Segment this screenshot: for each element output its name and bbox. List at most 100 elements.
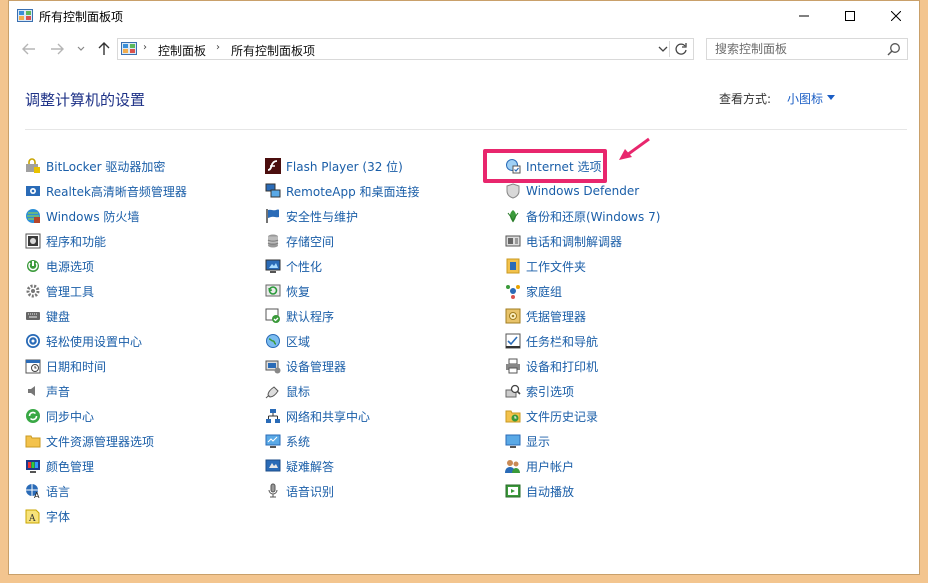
item-label: 疑难解答: [286, 459, 335, 474]
item-realtek-audio[interactable]: Realtek高清晰音频管理器: [25, 181, 187, 201]
item-storage-spaces[interactable]: 存储空间: [265, 231, 334, 251]
item-sound[interactable]: 声音: [25, 381, 70, 401]
item-label: 存储空间: [286, 234, 335, 249]
view-by-dropdown[interactable]: 小图标: [787, 90, 823, 107]
device-manager-icon: [265, 360, 281, 374]
navigation-bar: › 控制面板 › 所有控制面板项: [9, 35, 919, 63]
remote-desktop-icon: [265, 183, 281, 198]
item-date-time[interactable]: 日期和时间: [25, 356, 106, 376]
item-label: 颜色管理: [46, 459, 95, 474]
arrow-right-icon: [51, 43, 64, 55]
item-windows-firewall[interactable]: Windows 防火墙: [25, 206, 139, 226]
item-default-programs[interactable]: 默认程序: [265, 306, 334, 326]
item-keyboard[interactable]: 键盘: [25, 306, 70, 326]
item-region[interactable]: 区域: [265, 331, 310, 351]
back-button[interactable]: [20, 40, 38, 58]
homegroup-icon: [506, 285, 520, 299]
search-input[interactable]: [707, 39, 887, 59]
mouse-icon: [265, 386, 279, 399]
svg-text:A: A: [34, 491, 40, 499]
item-device-manager[interactable]: 设备管理器: [265, 356, 346, 376]
recovery-icon: [265, 284, 281, 297]
item-remoteapp[interactable]: RemoteApp 和桌面连接: [265, 181, 420, 201]
item-system[interactable]: 系统: [265, 431, 310, 451]
item-personalization[interactable]: 个性化: [265, 256, 322, 276]
item-color-management[interactable]: 颜色管理: [25, 456, 94, 476]
item-label: 区域: [286, 334, 311, 349]
breadcrumb-all-items[interactable]: 所有控制面板项: [231, 42, 315, 59]
item-user-accounts[interactable]: 用户帐户: [505, 456, 574, 476]
control-panel-window: 所有控制面板项 › 控制面板 › 所有控制面板项 搜索控制面板 调整计算机的设置…: [8, 0, 920, 575]
maximize-button[interactable]: [827, 1, 873, 31]
item-label: 系统: [286, 434, 311, 449]
gear-icon: [26, 284, 40, 298]
item-file-history[interactable]: 文件历史记录: [505, 406, 598, 426]
item-sync-center[interactable]: 同步中心: [25, 406, 94, 426]
item-label: 备份和还原(Windows 7): [526, 209, 661, 224]
font-icon: A: [25, 509, 40, 524]
network-icon: [266, 409, 280, 423]
color-management-icon: [26, 460, 40, 473]
search-icon[interactable]: [887, 42, 901, 56]
item-programs-features[interactable]: 程序和功能: [25, 231, 106, 251]
globe-icon: [266, 334, 280, 348]
chevron-down-icon[interactable]: [657, 43, 669, 55]
storage-icon: [267, 234, 279, 248]
address-bar[interactable]: › 控制面板 › 所有控制面板项: [117, 38, 694, 60]
item-security-maintenance[interactable]: 安全性与维护: [265, 206, 358, 226]
item-mouse[interactable]: 鼠标: [265, 381, 310, 401]
item-explorer-options[interactable]: 文件资源管理器选项: [25, 431, 154, 451]
close-button[interactable]: [873, 1, 919, 31]
maximize-icon: [845, 11, 855, 21]
item-admin-tools[interactable]: 管理工具: [25, 281, 94, 301]
breadcrumb-control-panel[interactable]: 控制面板: [158, 42, 206, 59]
breadcrumb-separator-icon[interactable]: ›: [216, 42, 220, 53]
item-phone-modem[interactable]: 电话和调制解调器: [505, 231, 622, 251]
item-devices-printers[interactable]: 设备和打印机: [505, 356, 598, 376]
item-label: 安全性与维护: [286, 209, 359, 224]
item-homegroup[interactable]: 家庭组: [505, 281, 562, 301]
item-speech-recognition[interactable]: 语音识别: [265, 481, 334, 501]
breadcrumb-separator-icon[interactable]: ›: [143, 42, 147, 53]
item-label: 设备和打印机: [526, 359, 599, 374]
item-backup-restore[interactable]: 备份和还原(Windows 7): [505, 206, 660, 226]
item-fonts[interactable]: A 字体: [25, 506, 70, 526]
item-label: 设备管理器: [286, 359, 347, 374]
item-flash-player[interactable]: Flash Player (32 位): [265, 156, 403, 176]
item-credential-manager[interactable]: 凭据管理器: [505, 306, 586, 326]
item-label: 声音: [46, 384, 71, 399]
search-box[interactable]: [706, 38, 908, 60]
item-language[interactable]: A 语言: [25, 481, 70, 501]
item-troubleshooting[interactable]: 疑难解答: [265, 456, 334, 476]
view-by-label: 查看方式:: [719, 92, 772, 106]
printer-icon: [506, 358, 520, 374]
item-display[interactable]: 显示: [505, 431, 550, 451]
autoplay-icon: [505, 484, 521, 498]
backup-icon: [507, 210, 519, 223]
language-icon: A: [26, 484, 40, 499]
item-label: 凭据管理器: [526, 309, 587, 324]
item-windows-defender[interactable]: Windows Defender: [505, 181, 639, 201]
item-label: BitLocker 驱动器加密: [46, 159, 166, 174]
item-power-options[interactable]: 电源选项: [25, 256, 94, 276]
up-button[interactable]: [95, 40, 113, 58]
caret-down-icon[interactable]: [827, 95, 835, 101]
item-label: 个性化: [286, 259, 323, 274]
item-network-sharing[interactable]: 网络和共享中心: [265, 406, 370, 426]
item-recovery[interactable]: 恢复: [265, 281, 310, 301]
forward-button[interactable]: [48, 40, 66, 58]
control-panel-icon: [121, 42, 137, 55]
refresh-icon[interactable]: [669, 41, 689, 57]
item-indexing-options[interactable]: 索引选项: [505, 381, 574, 401]
item-taskbar-navigation[interactable]: 任务栏和导航: [505, 331, 598, 351]
flag-icon: [266, 209, 279, 223]
item-autoplay[interactable]: 自动播放: [505, 481, 574, 501]
item-bitlocker[interactable]: BitLocker 驱动器加密: [25, 156, 165, 176]
minimize-button[interactable]: [781, 1, 827, 31]
item-work-folders[interactable]: 工作文件夹: [505, 256, 586, 276]
item-ease-of-access[interactable]: 轻松使用设置中心: [25, 331, 142, 351]
arrow-left-icon: [22, 43, 35, 55]
item-label: 自动播放: [526, 484, 575, 499]
title-bar[interactable]: 所有控制面板项: [9, 1, 919, 31]
recent-locations-button[interactable]: [72, 40, 90, 58]
